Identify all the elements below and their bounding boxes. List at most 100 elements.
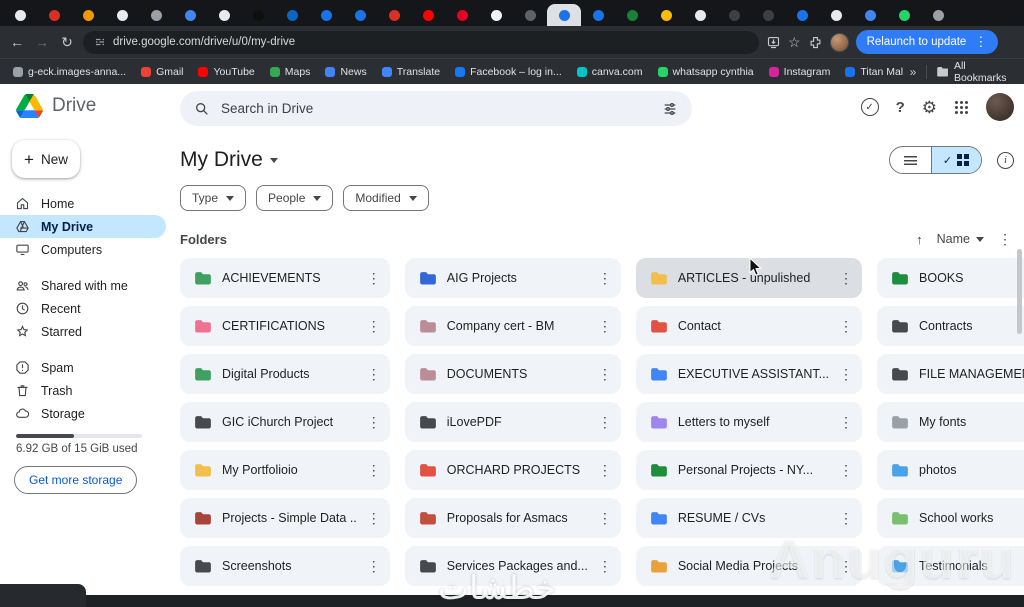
search-input[interactable]: Search in Drive	[180, 91, 692, 126]
sidebar-item-computers[interactable]: Computers	[0, 238, 166, 261]
folder-more-icon[interactable]: ⋮	[839, 462, 853, 479]
folder-more-icon[interactable]: ⋮	[367, 318, 381, 335]
browser-tab[interactable]	[275, 4, 309, 26]
folder-more-icon[interactable]: ⋮	[598, 270, 612, 287]
sort-by-button[interactable]: Name	[937, 232, 984, 246]
browser-tab[interactable]	[581, 4, 615, 26]
folder-more-icon[interactable]: ⋮	[598, 414, 612, 431]
account-avatar[interactable]	[986, 93, 1014, 121]
extensions-icon[interactable]	[808, 35, 823, 50]
folder-card[interactable]: FILE MANAGEMENT⋮	[877, 354, 1024, 394]
all-bookmarks-button[interactable]: All Bookmarks	[937, 60, 1018, 84]
browser-tab[interactable]	[309, 4, 343, 26]
folder-card[interactable]: ACHIEVEMENTS⋮	[180, 258, 390, 298]
folder-more-icon[interactable]: ⋮	[367, 366, 381, 383]
sidebar-item-recent[interactable]: Recent	[0, 297, 166, 320]
filter-chip-people[interactable]: People	[256, 185, 333, 211]
folder-more-icon[interactable]: ⋮	[598, 366, 612, 383]
folder-card[interactable]: EXECUTIVE ASSISTANT...⋮	[636, 354, 862, 394]
bookmark-item[interactable]: Gmail	[134, 64, 190, 80]
browser-tab[interactable]	[207, 4, 241, 26]
folder-card[interactable]: ORCHARD PROJECTS⋮	[405, 450, 621, 490]
browser-tab[interactable]	[139, 4, 173, 26]
bookmarks-overflow-icon[interactable]: »	[910, 65, 917, 79]
browser-tab[interactable]	[479, 4, 513, 26]
browser-tab[interactable]	[853, 4, 887, 26]
folder-card[interactable]: Projects - Simple Data ..⋮	[180, 498, 390, 538]
bookmark-item[interactable]: Facebook – log in...	[448, 64, 569, 80]
folder-card[interactable]: DOCUMENTS⋮	[405, 354, 621, 394]
browser-tab[interactable]	[241, 4, 275, 26]
bookmark-item[interactable]: YouTube	[191, 64, 261, 80]
bookmark-item[interactable]: Titan Mal	[838, 64, 909, 80]
install-app-icon[interactable]	[766, 35, 781, 50]
folder-more-icon[interactable]: ⋮	[598, 318, 612, 335]
bookmark-item[interactable]: canva.com	[570, 64, 650, 80]
sidebar-item-trash[interactable]: Trash	[0, 379, 166, 402]
folder-more-icon[interactable]: ⋮	[839, 270, 853, 287]
browser-tab[interactable]	[377, 4, 411, 26]
folder-more-icon[interactable]: ⋮	[367, 414, 381, 431]
browser-tab[interactable]	[887, 4, 921, 26]
bookmark-item[interactable]: g-eck.images-anna...	[6, 64, 133, 80]
browser-tab[interactable]	[683, 4, 717, 26]
browser-tab[interactable]	[921, 4, 955, 26]
reload-icon[interactable]: ↻	[58, 34, 76, 51]
browser-tab[interactable]	[513, 4, 547, 26]
folder-card[interactable]: CERTIFICATIONS⋮	[180, 306, 390, 346]
folder-card[interactable]: AIG Projects⋮	[405, 258, 621, 298]
browser-tab[interactable]	[411, 4, 445, 26]
folder-card[interactable]: My fonts⋮	[877, 402, 1024, 442]
browser-tab[interactable]	[717, 4, 751, 26]
bookmark-item[interactable]: whatsapp cynthia	[651, 64, 761, 80]
browser-tab[interactable]	[445, 4, 479, 26]
get-more-storage-button[interactable]: Get more storage	[14, 466, 137, 494]
sidebar-item-my-drive[interactable]: My Drive	[0, 215, 166, 238]
folder-card[interactable]: photos⋮	[877, 450, 1024, 490]
list-view-button[interactable]	[890, 147, 931, 173]
browser-tab[interactable]	[547, 4, 581, 26]
relaunch-button[interactable]: Relaunch to update ⋮	[856, 30, 999, 54]
folder-card[interactable]: Proposals for Asmacs⋮	[405, 498, 621, 538]
folder-more-icon[interactable]: ⋮	[367, 558, 381, 575]
offline-status-icon[interactable]: ✓	[861, 98, 879, 116]
folder-more-icon[interactable]: ⋮	[839, 318, 853, 335]
filter-chip-modified[interactable]: Modified	[343, 185, 428, 211]
folder-card[interactable]: Contracts⋮	[877, 306, 1024, 346]
folder-card[interactable]: iLovePDF⋮	[405, 402, 621, 442]
folder-card[interactable]: Contact⋮	[636, 306, 862, 346]
bookmark-star-icon[interactable]: ☆	[788, 34, 801, 51]
folder-more-icon[interactable]: ⋮	[367, 462, 381, 479]
sidebar-item-starred[interactable]: Starred	[0, 320, 166, 343]
folder-card[interactable]: Digital Products⋮	[180, 354, 390, 394]
details-info-icon[interactable]: i	[997, 152, 1014, 169]
browser-tab[interactable]	[173, 4, 207, 26]
browser-tab[interactable]	[3, 4, 37, 26]
sidebar-item-spam[interactable]: Spam	[0, 356, 166, 379]
browser-tab[interactable]	[37, 4, 71, 26]
folder-card[interactable]: Letters to myself⋮	[636, 402, 862, 442]
browser-tab[interactable]	[343, 4, 377, 26]
address-bar[interactable]: drive.google.com/drive/u/0/my-drive	[83, 31, 759, 54]
folder-more-icon[interactable]: ⋮	[367, 510, 381, 527]
folder-more-icon[interactable]: ⋮	[839, 366, 853, 383]
folder-more-icon[interactable]: ⋮	[598, 510, 612, 527]
google-apps-grid-icon[interactable]	[955, 101, 958, 104]
folder-card[interactable]: Personal Projects - NY...⋮	[636, 450, 862, 490]
site-info-icon[interactable]	[94, 36, 106, 48]
browser-tab[interactable]	[785, 4, 819, 26]
sidebar-item-home[interactable]: Home	[0, 192, 166, 215]
sidebar-item-storage[interactable]: Storage	[0, 402, 166, 425]
grid-view-button[interactable]: ✓	[931, 147, 981, 173]
folder-card[interactable]: My Portfolioio⋮	[180, 450, 390, 490]
help-icon[interactable]: ?	[896, 99, 905, 116]
browser-tab[interactable]	[649, 4, 683, 26]
folder-card[interactable]: Screenshots⋮	[180, 546, 390, 586]
sidebar-item-shared-with-me[interactable]: Shared with me	[0, 274, 166, 297]
page-title-dropdown[interactable]: My Drive	[180, 148, 278, 172]
browser-tab[interactable]	[819, 4, 853, 26]
bookmark-item[interactable]: Translate	[375, 64, 447, 80]
vertical-scrollbar[interactable]	[1017, 249, 1022, 334]
new-button[interactable]: + New	[12, 140, 80, 178]
back-icon[interactable]: ←	[8, 34, 26, 50]
